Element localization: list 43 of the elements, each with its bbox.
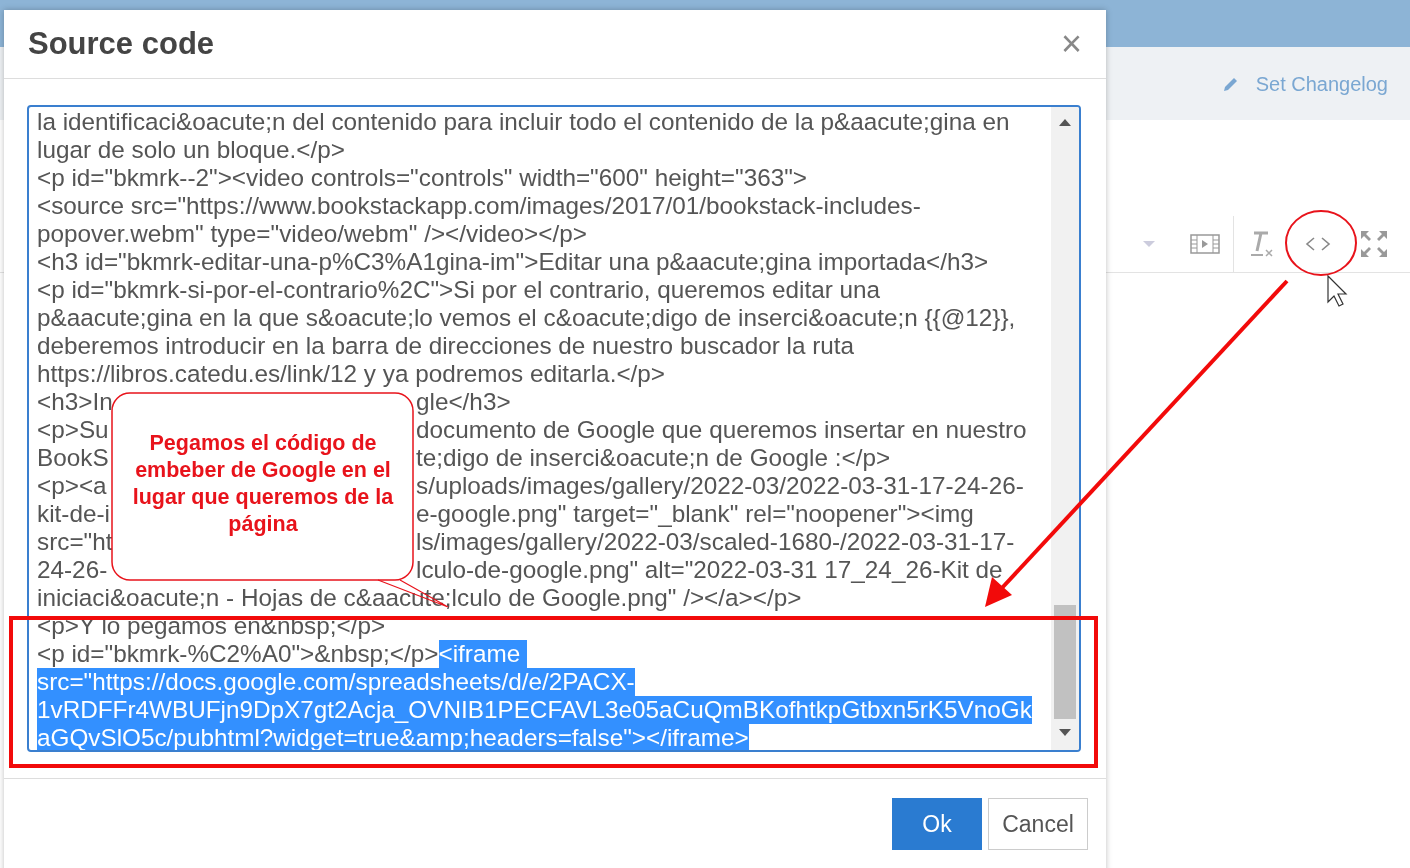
code-text: <h3>In [37, 388, 113, 415]
code-text: s/uploads/images/gallery/2022-03/2022-03-31-17-24-26- [416, 472, 1024, 500]
cancel-button[interactable]: Cancel [988, 798, 1088, 850]
fullscreen-icon[interactable] [1359, 228, 1389, 259]
code-text: popover.webm" type="video/webm" /></video></p> [37, 220, 587, 248]
scroll-up-icon[interactable] [1058, 117, 1072, 127]
code-text: la identificaci&oacute;n del contenido para incluir todo el contenido de la p&aacute;gina en [37, 108, 1010, 136]
code-text: documento de Google que queremos insertar en nuestro [416, 416, 1027, 444]
ok-button[interactable]: Ok [892, 798, 982, 850]
code-icon[interactable] [1305, 235, 1331, 252]
code-text: <p id="bkmrk-si-por-el-contrario%2C">Si por el contrario, queremos editar una [37, 276, 881, 304]
code-text: kit-de-i [37, 500, 110, 527]
code-text: e-google.png" target="_blank" rel="noopener"><img [416, 500, 974, 528]
code-text: p&aacute;gina en la que s&oacute;lo vemos el c&oacute;digo de inserci&oacute;n {{@12}}, [37, 304, 1016, 332]
scrollbar[interactable] [1051, 107, 1079, 750]
code-text: lculo-de-google.png" alt="2022-03-31 17_24_26-Kit de [416, 556, 1003, 584]
code-text: <source src="https://www.bookstackapp.com/images/2017/01/bookstack-includes- [37, 192, 921, 220]
selected-code-text: <iframe [438, 640, 527, 668]
code-text: te;digo de inserci&oacute;n de Google :</p> [416, 444, 891, 472]
film-icon[interactable] [1190, 233, 1220, 254]
code-text: <p id="bkmrk-%C2%A0">&nbsp;</p> [37, 640, 439, 668]
code-text: 24-26- [37, 556, 108, 583]
code-text: deberemos introducir en la barra de direcciones de nuestro buscador la ruta [37, 332, 855, 360]
callout-text: Pegamos el código de embeber de Google en el lugar que queremos de la página [131, 430, 395, 538]
caret-icon[interactable] [1142, 239, 1156, 248]
code-text: ls/images/gallery/2022-03/scaled-1680-/2022-03-31-17- [416, 528, 1015, 556]
scroll-down-icon[interactable] [1058, 728, 1072, 738]
highlight-circle [1285, 210, 1357, 276]
code-text: <h3 id="bkmrk-editar-una-p%C3%A1gina-im">Editar una p&aacute;gina importada</h3> [37, 248, 989, 276]
scrollbar-thumb[interactable] [1054, 605, 1076, 719]
mouse-cursor-icon [1327, 274, 1348, 307]
code-text: <p id="bkmrk--2"><video controls="controls" width="600" height="363"> [37, 164, 807, 192]
set-changelog-link[interactable]: Set Changelog [1255, 68, 1388, 99]
selected-code-text: src="https://docs.google.com/spreadsheets/d/e/2PACX- [37, 668, 635, 696]
code-text: <p>Su [37, 416, 109, 443]
code-text: https://libros.catedu.es/link/12 y ya podremos editarla.</p> [37, 360, 666, 388]
code-text: BookS [37, 444, 109, 471]
close-button[interactable]: × [1056, 26, 1086, 62]
code-text: <p><a [37, 472, 107, 499]
code-text: gle</h3> [416, 388, 511, 416]
selected-code-text: 1vRDFFr4WBUFjn9DpX7gt2Acja_OVNIB1PECFAVL3e05aCuQmBKofhtkpGtbxn5rK5VnoGk [37, 696, 1032, 724]
code-text: lugar de solo un bloque.</p> [37, 136, 345, 164]
dialog-title: Source code [28, 24, 215, 63]
